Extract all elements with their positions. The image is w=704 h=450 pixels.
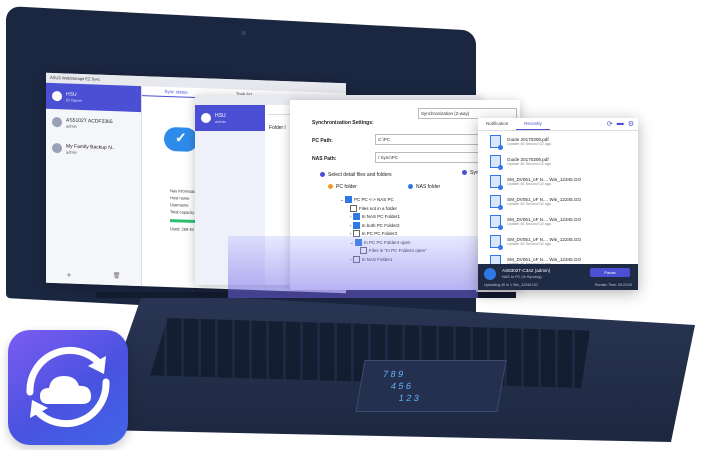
pause-button[interactable]: Pause bbox=[590, 268, 630, 277]
file-time: Update 46 Second 02 ago bbox=[507, 221, 552, 226]
tree-item[interactable]: Files not in a folder bbox=[340, 204, 427, 214]
file-name: Guide 20170306.pdf bbox=[507, 156, 549, 162]
account-sub: ID Name bbox=[66, 96, 82, 103]
panel-icons: ⟳ ▬ ⚙ bbox=[607, 120, 634, 128]
file-time: Update 46 Second 02 ago bbox=[507, 141, 552, 146]
footer-remain: Remain Time: 00:23:09 bbox=[594, 283, 632, 287]
nas-avatar bbox=[52, 142, 62, 154]
nas-path-field[interactable]: / Sync\PC bbox=[375, 152, 489, 163]
pc-path-field[interactable]: C:\PC bbox=[375, 134, 489, 145]
list-item[interactable]: SM_DV051_oF N.... Win_12345.GOUpdate 46 … bbox=[478, 191, 638, 211]
file-name: Guide 20170306.pdf bbox=[507, 136, 549, 142]
file-sync-icon bbox=[490, 234, 503, 250]
notification-panel: Notification Recently ⟳ ▬ ⚙ Guide 201703… bbox=[478, 118, 638, 290]
account-item-family[interactable]: My Family Backup N.. admin bbox=[46, 135, 141, 164]
avatar bbox=[52, 90, 62, 102]
pc-folder-legend: PC folder bbox=[328, 184, 357, 190]
footer-sub: NAS to PC (In Syncing) bbox=[502, 275, 542, 279]
nas-path-label: NAS Path: bbox=[312, 156, 337, 162]
touchpad-numberpad: 7 8 9 4 5 6 1 2 3 bbox=[355, 360, 507, 412]
file-sync-icon bbox=[490, 214, 503, 230]
file-name: SM_DV051_oF N.... Win_12345.GO bbox=[507, 196, 582, 202]
camera-icon bbox=[241, 30, 246, 36]
folder-icon[interactable]: ▬ bbox=[617, 120, 624, 128]
tree-item[interactable]: ⌄ PC PC <-> NAS PC bbox=[340, 196, 427, 205]
footer-title: AS6302T-C342 (admin) bbox=[502, 268, 551, 273]
trash-icon[interactable]: 🗑 bbox=[113, 272, 121, 281]
list-item[interactable]: Guide 20170306.pdf Update 46 Second 02 ag… bbox=[478, 151, 638, 171]
avatar bbox=[201, 113, 211, 123]
list-item[interactable]: Guide 20170306.pdf Update 46 Second 02 ag… bbox=[478, 131, 638, 151]
ez-sync-app-logo bbox=[8, 330, 128, 445]
account-sub: admin bbox=[66, 148, 77, 155]
nas-sync-icon bbox=[484, 268, 496, 280]
sync-progress-footer: AS6302T-C342 (admin) NAS to PC (In Synci… bbox=[478, 264, 638, 290]
tree-item[interactable]: › In both PC Folder2 bbox=[340, 221, 427, 231]
nas-folder-text: NAS folder bbox=[416, 184, 441, 190]
select-detail-text: Select detail files and folders bbox=[328, 172, 392, 178]
glass-overlay bbox=[228, 236, 478, 298]
file-sync-icon bbox=[490, 194, 503, 210]
footer-status: Uploading 40 in 1 Win_12345.GO bbox=[484, 283, 538, 287]
check-icon: ✓ bbox=[175, 129, 187, 146]
sync-icon[interactable]: ⟳ bbox=[607, 120, 613, 128]
file-sync-icon bbox=[490, 154, 503, 170]
recent-list: Guide 20170306.pdf Update 46 Second 02 ag… bbox=[478, 131, 638, 271]
select-detail-label: Select detail files and folders bbox=[320, 172, 392, 178]
pc-folder-text: PC folder bbox=[336, 184, 357, 190]
file-name: SM_DV051_oF N.... Win_12345.GO bbox=[507, 216, 582, 222]
add-account-button[interactable]: + bbox=[67, 270, 72, 279]
tree-item[interactable]: › In NAS PC Folder1 bbox=[340, 213, 427, 222]
list-item[interactable]: SM_DV051_oF N.... Win_12345.GOUpdate 46 … bbox=[478, 171, 638, 191]
file-time: Update 46 Second 02 ago bbox=[507, 241, 552, 246]
legend-dot bbox=[328, 184, 333, 190]
file-sync-icon bbox=[490, 174, 503, 190]
file-name: SM_DV051_oF N.... Win_12345.GO bbox=[507, 256, 582, 262]
cloud-sync-logo-icon bbox=[26, 346, 110, 428]
sync-settings-label: Synchronization Settings: bbox=[312, 120, 374, 126]
legend-dot bbox=[462, 170, 467, 176]
nas-folder-legend: NAS folder bbox=[408, 184, 440, 190]
account-item-hsu[interactable]: HSU ID Name bbox=[46, 82, 141, 113]
settings-icon[interactable]: ⚙ bbox=[628, 120, 634, 128]
folder-label: Folder l bbox=[269, 125, 286, 131]
account-sidebar: HSU ID Name AS5102T ACDF2365 admin My Fami… bbox=[46, 82, 142, 287]
file-time: Update 46 Second 02 ago bbox=[507, 161, 552, 166]
list-item[interactable]: SM_DV051_oF N.... Win_12345.GOUpdate 46 … bbox=[478, 231, 638, 251]
account-item-hsu[interactable]: HSU admin bbox=[195, 105, 265, 131]
file-sync-icon bbox=[490, 134, 503, 150]
account-item-nas[interactable]: AS5102T ACDF2365 admin bbox=[46, 109, 141, 138]
nas-avatar bbox=[52, 116, 62, 128]
legend-dot bbox=[408, 184, 413, 190]
account-sub: admin bbox=[215, 118, 226, 124]
nas-info: Nas information Host name Username Total… bbox=[170, 187, 198, 216]
file-name: SM_DV051_oF N.... Win_12345.GO bbox=[507, 236, 582, 242]
file-time: Update 46 Second 02 ago bbox=[507, 181, 552, 186]
info-row: Total capacity bbox=[170, 209, 195, 215]
radio-selected[interactable] bbox=[320, 172, 325, 178]
pc-path-label: PC Path: bbox=[312, 138, 333, 144]
list-item[interactable]: SM_DV051_oF N.... Win_12345.GOUpdate 46 … bbox=[478, 211, 638, 231]
product-hero: 7 8 9 4 5 6 1 2 3 ASUS WebStorage EZ Syn… bbox=[0, 0, 704, 450]
account-sub: admin bbox=[66, 122, 77, 129]
file-name: SM_DV051_oF N.... Win_12345.GO bbox=[507, 176, 582, 182]
tab-notification[interactable]: Notification bbox=[478, 118, 516, 130]
file-time: Update 46 Second 02 ago bbox=[507, 201, 552, 206]
tab-recently[interactable]: Recently bbox=[516, 118, 550, 130]
